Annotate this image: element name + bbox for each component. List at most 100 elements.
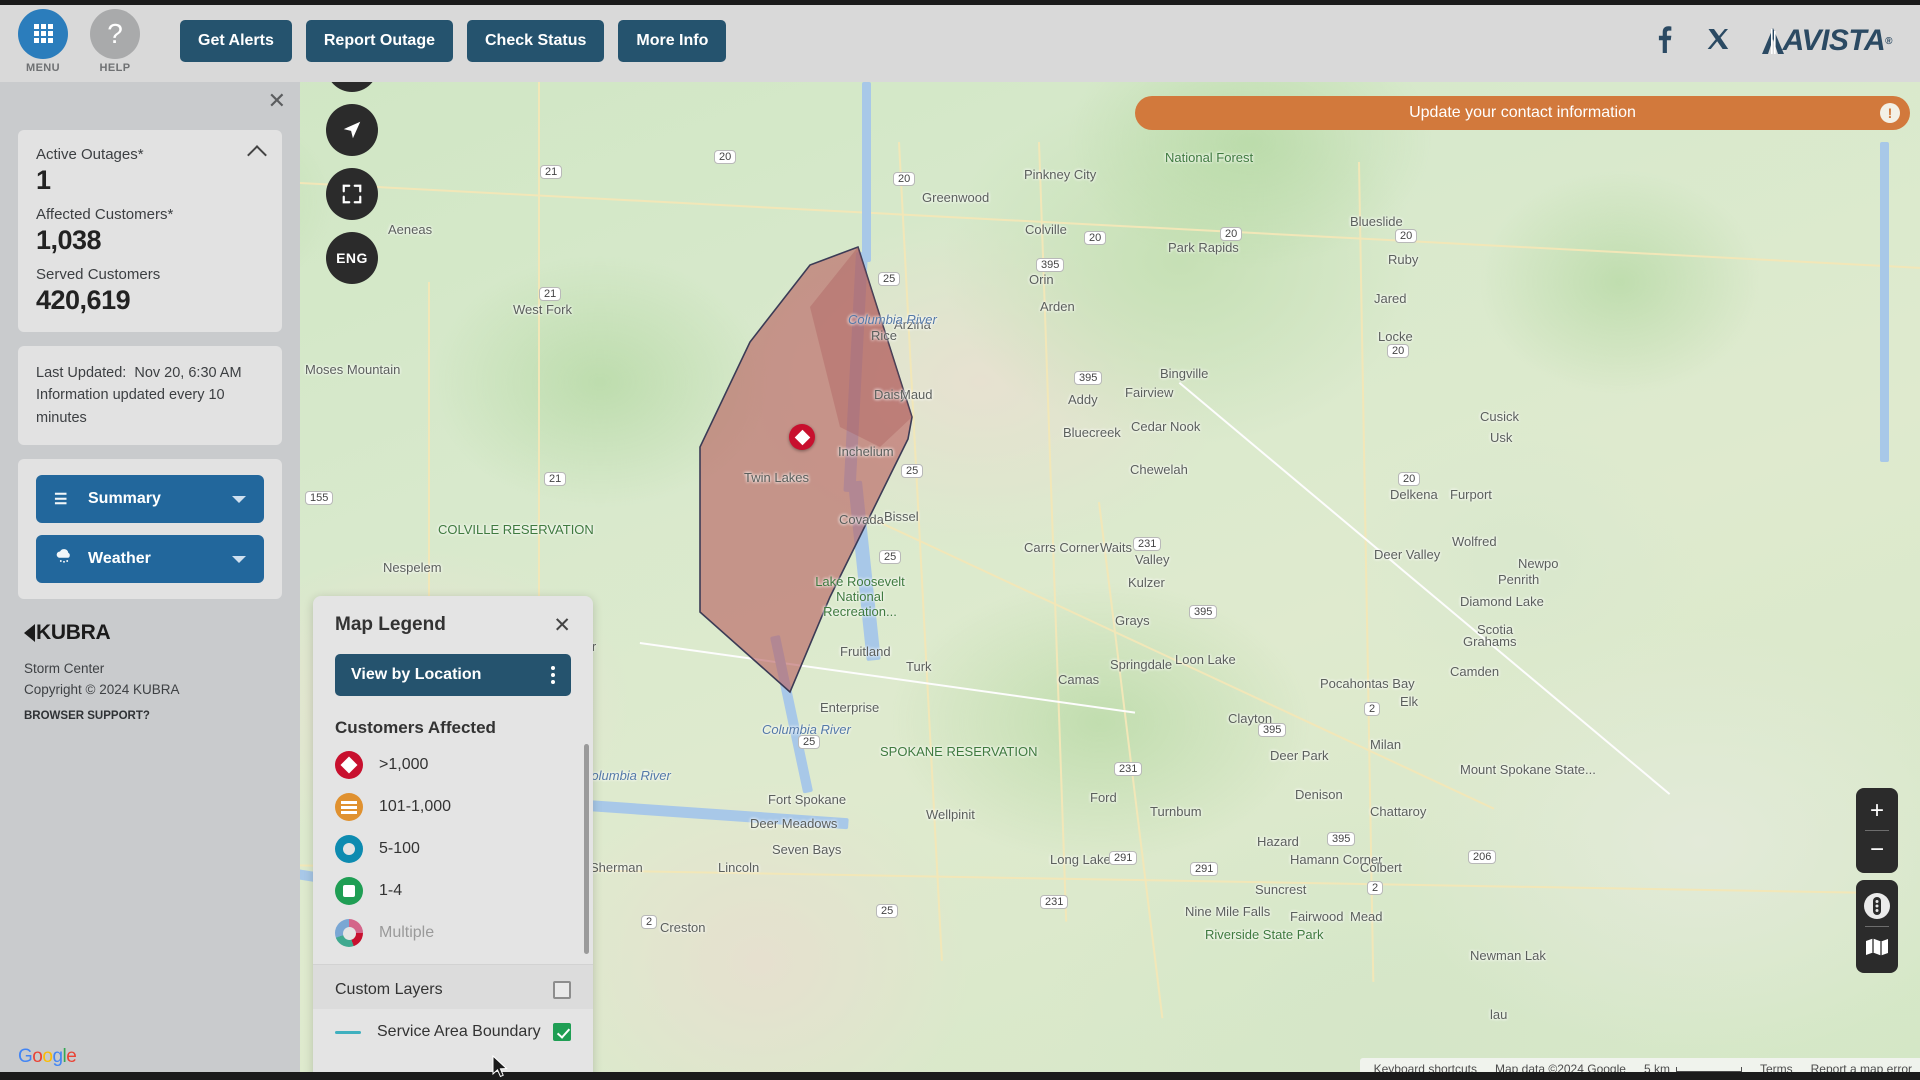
get-alerts-button[interactable]: Get Alerts: [180, 20, 292, 62]
check-status-button[interactable]: Check Status: [467, 20, 605, 62]
affected-customers-value: 1,038: [36, 225, 102, 255]
map-place-label: Suncrest: [1255, 882, 1307, 897]
scale-bar-graphic: [1675, 1066, 1742, 1072]
fullscreen-button[interactable]: [326, 168, 378, 220]
map-layer-controls: [1856, 880, 1898, 973]
map-place-label: Loon Lake: [1175, 652, 1236, 667]
custom-layers-checkbox[interactable]: [553, 981, 571, 999]
map-place-label: Columbia River: [582, 768, 671, 783]
footer-copyright: Copyright © 2024 KUBRA: [24, 681, 180, 697]
map-place-label: Waits: [1100, 540, 1133, 555]
map-place-label: Valley: [1135, 552, 1170, 567]
highway-shield: 291: [1109, 851, 1138, 865]
twitter-x-icon[interactable]: [1706, 27, 1730, 56]
map-place-label: Deer Park: [1270, 748, 1329, 763]
highway-shield: 395: [1036, 258, 1065, 272]
primary-actions: Get Alerts Report Outage Check Status Mo…: [180, 20, 727, 62]
highway-shield: 25: [798, 735, 821, 749]
accordion-card: ☰ Summary Weather: [18, 459, 282, 600]
map-place-label: Inchelium: [838, 444, 894, 459]
highway-shield: 20: [1084, 231, 1107, 245]
highway-shield: 20: [1387, 344, 1410, 358]
traffic-button[interactable]: [1856, 886, 1898, 926]
map-place-label: Nespelem: [383, 560, 442, 575]
customers-affected-heading: Customers Affected: [335, 718, 496, 737]
browser-support-link[interactable]: BROWSER SUPPORT?: [24, 710, 300, 722]
avista-wordmark: AVISTA: [1782, 24, 1886, 57]
outage-marker-high[interactable]: [789, 424, 815, 450]
menu-button-group[interactable]: MENU: [18, 8, 68, 74]
list-icon: ☰: [54, 491, 68, 509]
highway-shield: 20: [893, 172, 916, 186]
service-area-line-icon: [335, 1030, 361, 1034]
view-by-location-button[interactable]: View by Location: [335, 654, 571, 696]
map-place-label: Turnbum: [1150, 804, 1202, 819]
kebab-menu-icon[interactable]: [551, 666, 555, 684]
help-button[interactable]: ?: [90, 8, 140, 59]
map-place-label: Hazard: [1257, 834, 1299, 849]
avista-logo[interactable]: AVISTA ®: [1760, 24, 1892, 58]
map-place-label: Grays: [1115, 613, 1150, 628]
legend-close-button[interactable]: ✕: [553, 615, 571, 636]
map-place-label: Fairview: [1125, 385, 1174, 400]
legend-item-label: >1,000: [379, 756, 429, 773]
legend-scrollbar[interactable]: [584, 744, 589, 954]
service-area-checkbox[interactable]: [553, 1023, 571, 1041]
map-place-label: Columbia River: [848, 312, 937, 327]
map-place-label: Penrith: [1498, 572, 1540, 587]
weather-label: Weather: [88, 550, 151, 568]
map-place-label: Nine Mile Falls: [1185, 904, 1271, 919]
map-place-label: Springdale: [1110, 657, 1173, 672]
more-info-button[interactable]: More Info: [618, 20, 727, 62]
weather-accordion[interactable]: Weather: [36, 535, 264, 584]
zoom-out-button[interactable]: −: [1856, 831, 1898, 869]
map-place-label: Sherman: [590, 860, 643, 875]
update-contact-banner[interactable]: Update your contact information !: [1135, 96, 1910, 130]
topbar-edge-strip: [0, 0, 1920, 5]
map-layers-icon: [1866, 938, 1888, 956]
legend-item: >1,000: [313, 744, 593, 786]
panel-close-button[interactable]: ✕: [268, 90, 286, 112]
map-place-label: Milan: [1370, 737, 1402, 752]
chevron-down-icon: [232, 495, 246, 503]
report-outage-button[interactable]: Report Outage: [305, 20, 453, 62]
question-icon: ?: [107, 17, 123, 49]
help-button-group[interactable]: ? HELP: [90, 8, 140, 74]
map-place-label: Covada: [839, 512, 884, 527]
map-place-label: Newpo: [1518, 556, 1559, 571]
zoom-in-button[interactable]: +: [1856, 792, 1898, 830]
map-place-label: Long Lake: [1050, 852, 1111, 867]
facebook-icon[interactable]: [1654, 25, 1676, 58]
warning-icon: !: [1880, 103, 1900, 123]
footer-storm-center: Storm Center: [24, 661, 105, 677]
map-place-label: Fruitland: [840, 644, 891, 659]
map-place-label: Ford: [1090, 790, 1117, 805]
highway-shield: 395: [1327, 832, 1356, 846]
map-place-label: Diamond Lake: [1460, 594, 1544, 609]
highway-shield: 21: [540, 165, 563, 179]
map-type-button[interactable]: [1856, 927, 1898, 967]
help-label: HELP: [99, 61, 131, 74]
map-place-label: Colville: [1025, 222, 1067, 237]
last-updated-label: Last Updated:: [36, 365, 127, 381]
traffic-light-icon: [1864, 893, 1890, 919]
map-place-label: Mead: [1350, 909, 1383, 924]
locate-me-button[interactable]: [326, 104, 378, 156]
map-place-label: Kulzer: [1128, 575, 1165, 590]
highway-shield: 395: [1074, 371, 1103, 385]
registered-mark: ®: [1885, 35, 1892, 47]
highway-shield: 231: [1040, 895, 1069, 909]
legend-title: Map Legend: [335, 614, 446, 635]
map-legend-panel: Map Legend ✕ View by Location Customers …: [313, 596, 593, 1080]
highway-shield: 20: [1398, 472, 1421, 486]
map-place-label: Bingville: [1160, 366, 1209, 381]
map-place-label: Lake Roosevelt National Recreation...: [815, 574, 905, 619]
custom-layers-label: Custom Layers: [335, 981, 443, 998]
menu-button[interactable]: [18, 8, 68, 59]
map-place-label: Delkena: [1390, 487, 1438, 502]
highway-shield: 231: [1114, 762, 1143, 776]
map-place-label: Orin: [1029, 272, 1054, 287]
summary-accordion[interactable]: ☰ Summary: [36, 475, 264, 524]
map-place-label: Arden: [1040, 299, 1075, 314]
language-button[interactable]: ENG: [326, 232, 378, 284]
